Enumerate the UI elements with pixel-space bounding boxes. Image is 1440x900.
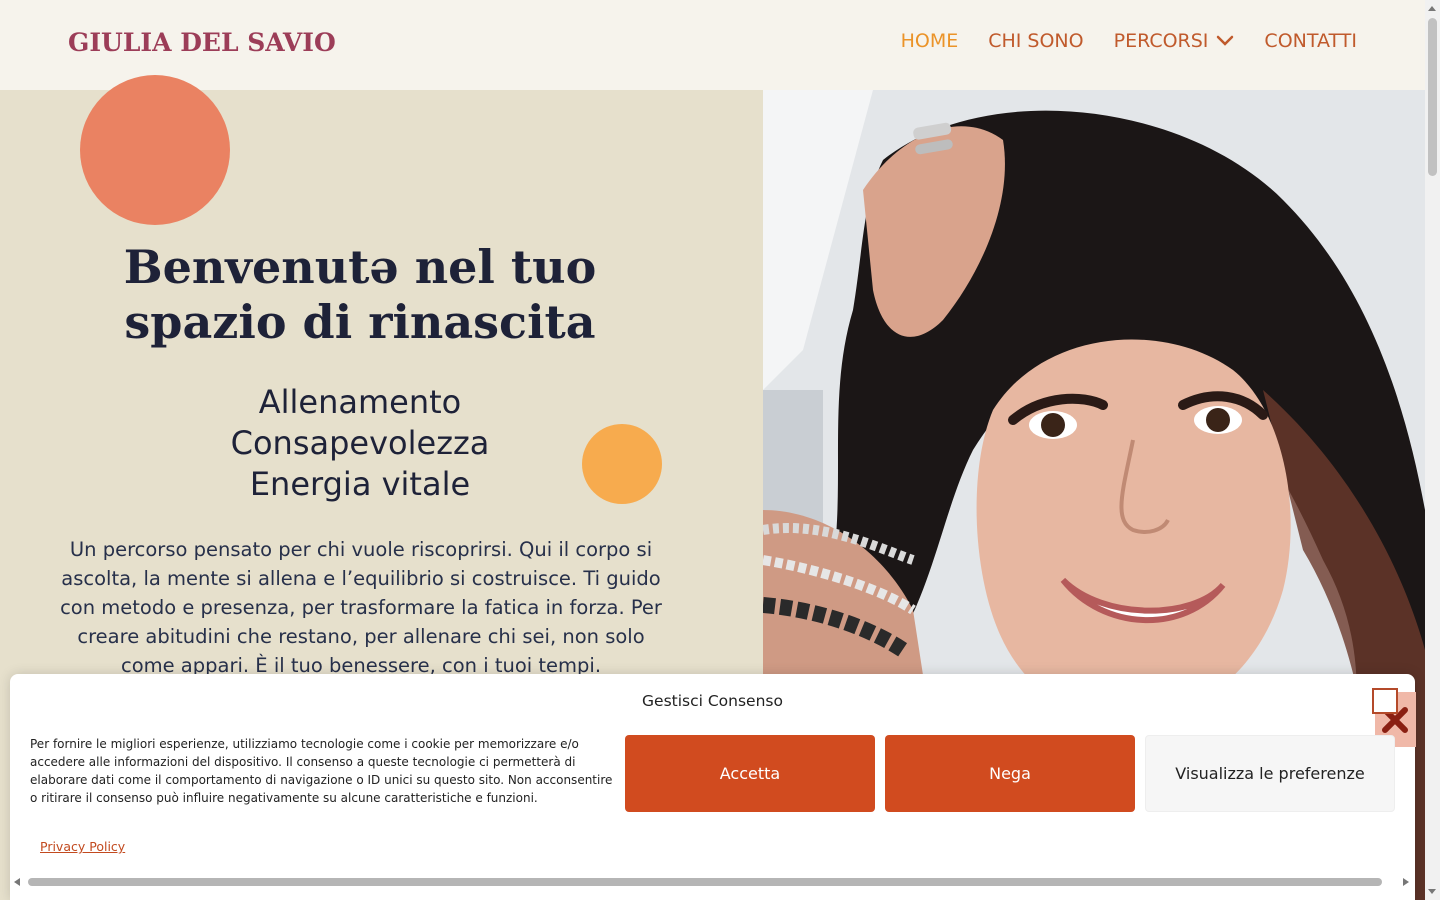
deny-button[interactable]: Nega	[885, 735, 1135, 812]
hero-subtitle-line: Energia vitale	[249, 465, 471, 503]
hero-body-text: Un percorso pensato per chi vuole riscop…	[60, 538, 662, 677]
cookie-consent-banner: Gestisci Consenso Per fornire le miglior…	[10, 674, 1416, 900]
chevron-down-icon	[1217, 35, 1234, 46]
nav-percorsi[interactable]: PERCORSI	[1114, 30, 1235, 52]
horizontal-scrollbar-thumb[interactable]	[28, 878, 1382, 886]
close-focus-box[interactable]	[1372, 688, 1398, 714]
main-nav: HOME CHI SONO PERCORSI CONTATTI	[901, 30, 1357, 52]
hero-subtitle: Allenamento Consapevolezza Energia vital…	[160, 382, 560, 505]
view-preferences-button[interactable]: Visualizza le preferenze	[1145, 735, 1395, 812]
site-logo[interactable]: GIULIA DEL SAVIO	[68, 28, 336, 57]
nav-home[interactable]: HOME	[901, 30, 959, 52]
decorative-circle-orange	[582, 424, 662, 504]
scroll-down-arrow-icon[interactable]	[1428, 889, 1436, 894]
nav-percorsi-label: PERCORSI	[1113, 30, 1209, 52]
cookie-banner-title: Gestisci Consenso	[642, 692, 783, 710]
scrollbar-thumb[interactable]	[1428, 18, 1437, 176]
nav-contatti-label: CONTATTI	[1264, 30, 1357, 52]
nav-chi-sono[interactable]: CHI SONO	[988, 30, 1083, 52]
site-header: GIULIA DEL SAVIO HOME CHI SONO PERCORSI …	[0, 0, 1425, 90]
hero-subtitle-line: Consapevolezza	[230, 424, 490, 462]
banner-horizontal-scrollbar[interactable]	[10, 874, 1415, 890]
hero-subtitle-line: Allenamento	[258, 383, 462, 421]
cookie-banner-text: Per fornire le migliori esperienze, util…	[30, 737, 613, 805]
nav-chi-sono-label: CHI SONO	[988, 30, 1084, 52]
nav-contatti[interactable]: CONTATTI	[1264, 30, 1357, 52]
scroll-left-arrow-icon[interactable]	[14, 878, 20, 886]
accept-button[interactable]: Accetta	[625, 735, 875, 812]
scroll-up-arrow-icon[interactable]	[1428, 6, 1436, 11]
decorative-circle-coral	[80, 75, 230, 225]
privacy-policy-link[interactable]: Privacy Policy	[40, 839, 125, 854]
hero-title: Benvenutə nel tuo spazio di rinascita	[123, 240, 597, 349]
nav-home-label: HOME	[900, 30, 959, 52]
page-vertical-scrollbar[interactable]	[1425, 0, 1440, 900]
scroll-right-arrow-icon[interactable]	[1403, 878, 1409, 886]
